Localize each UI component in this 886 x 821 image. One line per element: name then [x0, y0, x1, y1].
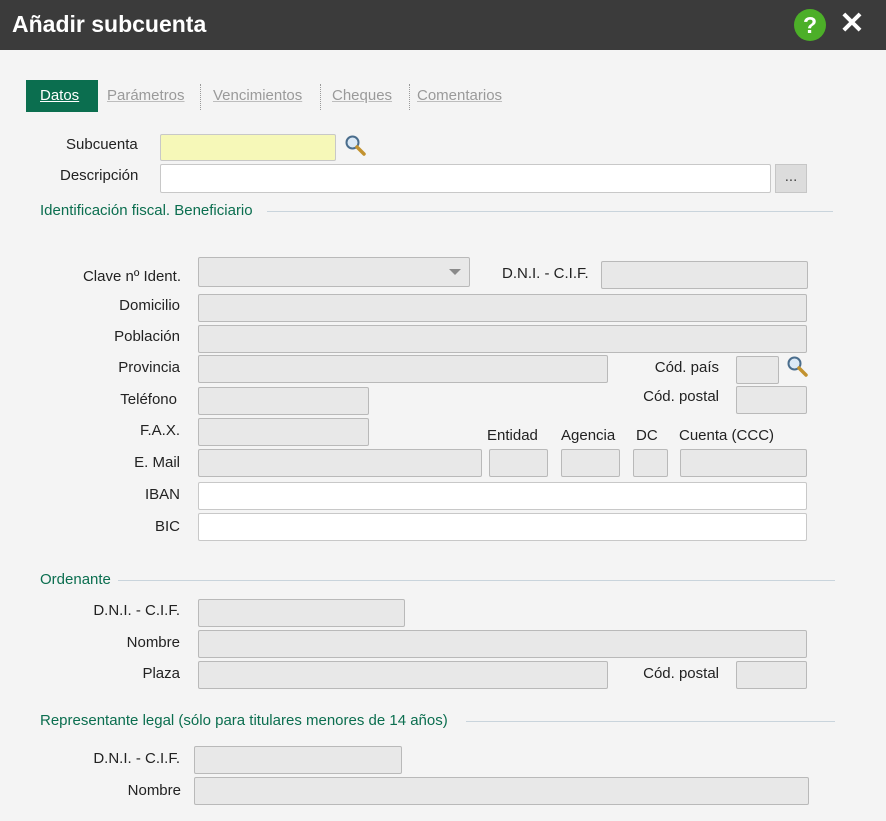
bic-input[interactable]: [198, 513, 807, 541]
agencia-input[interactable]: [561, 449, 620, 477]
descripcion-label: Descripción: [60, 167, 139, 184]
ordenante-dni-label: D.N.I. - C.I.F.: [93, 602, 180, 619]
fax-input[interactable]: [198, 418, 369, 446]
domicilio-label: Domicilio: [119, 297, 180, 314]
cuenta-input[interactable]: [680, 449, 807, 477]
tab-separator: [320, 84, 321, 110]
search-icon[interactable]: [344, 134, 366, 156]
telefono-label: Teléfono: [120, 391, 177, 408]
telefono-input[interactable]: [198, 387, 369, 415]
entidad-input[interactable]: [489, 449, 548, 477]
tab-cheques[interactable]: Cheques: [332, 80, 392, 112]
search-icon[interactable]: [786, 355, 808, 377]
section-representante-title: Representante legal (sólo para titulares…: [40, 712, 448, 729]
subcuenta-input[interactable]: [160, 134, 336, 161]
representante-dni-input[interactable]: [194, 746, 402, 774]
tab-separator: [409, 84, 410, 110]
tab-datos[interactable]: Datos: [26, 80, 98, 112]
tab-separator: [200, 84, 201, 110]
tab-comentarios[interactable]: Comentarios: [417, 80, 502, 112]
bic-label: BIC: [154, 518, 180, 535]
section-identificacion-title: Identificación fiscal. Beneficiario: [40, 202, 253, 219]
fax-label: F.A.X.: [139, 422, 180, 439]
ordenante-cod-postal-label: Cód. postal: [643, 665, 719, 682]
clave-label: Clave nº Ident.: [82, 268, 181, 285]
representante-dni-label: D.N.I. - C.I.F.: [93, 750, 180, 767]
entidad-label: Entidad: [487, 427, 538, 444]
tab-vencimientos[interactable]: Vencimientos: [213, 80, 302, 112]
cod-pais-label: Cód. país: [654, 359, 719, 376]
description-more-button[interactable]: ...: [775, 164, 807, 193]
section-divider: [267, 211, 833, 212]
iban-input[interactable]: [198, 482, 807, 510]
tab-parametros[interactable]: Parámetros: [107, 80, 185, 112]
domicilio-input[interactable]: [198, 294, 807, 322]
email-input[interactable]: [198, 449, 482, 477]
representante-nombre-label: Nombre: [127, 782, 181, 799]
cod-pais-input[interactable]: [736, 356, 779, 384]
ordenante-plaza-label: Plaza: [142, 665, 180, 682]
cuenta-label: Cuenta (CCC): [679, 427, 775, 444]
section-ordenante-title: Ordenante: [40, 571, 111, 588]
poblacion-label: Población: [114, 328, 180, 345]
subcuenta-label: Subcuenta: [66, 136, 138, 153]
help-icon[interactable]: ?: [794, 9, 826, 41]
cod-postal-input[interactable]: [736, 386, 807, 414]
section-divider: [466, 721, 835, 722]
close-icon[interactable]: ✕: [838, 8, 866, 40]
section-divider: [118, 580, 835, 581]
email-label: E. Mail: [134, 454, 180, 471]
dc-label: DC: [636, 427, 658, 444]
agencia-label: Agencia: [561, 427, 616, 444]
cod-postal-label: Cód. postal: [643, 388, 719, 405]
dni-label: D.N.I. - C.I.F.: [502, 265, 589, 282]
ordenante-plaza-input[interactable]: [198, 661, 608, 689]
window-title: Añadir subcuenta: [12, 11, 207, 37]
title-bar: Añadir subcuenta ? ✕: [0, 0, 886, 50]
representante-nombre-input[interactable]: [194, 777, 809, 805]
iban-label: IBAN: [144, 486, 180, 503]
descripcion-input[interactable]: [160, 164, 771, 193]
provincia-label: Provincia: [118, 359, 180, 376]
ordenante-cod-postal-input[interactable]: [736, 661, 807, 689]
poblacion-input[interactable]: [198, 325, 807, 353]
clave-select[interactable]: [198, 257, 470, 287]
dc-input[interactable]: [633, 449, 668, 477]
ordenante-dni-input[interactable]: [198, 599, 405, 627]
ordenante-nombre-input[interactable]: [198, 630, 807, 658]
ordenante-nombre-label: Nombre: [126, 634, 180, 651]
provincia-input[interactable]: [198, 355, 608, 383]
dni-input[interactable]: [601, 261, 808, 289]
